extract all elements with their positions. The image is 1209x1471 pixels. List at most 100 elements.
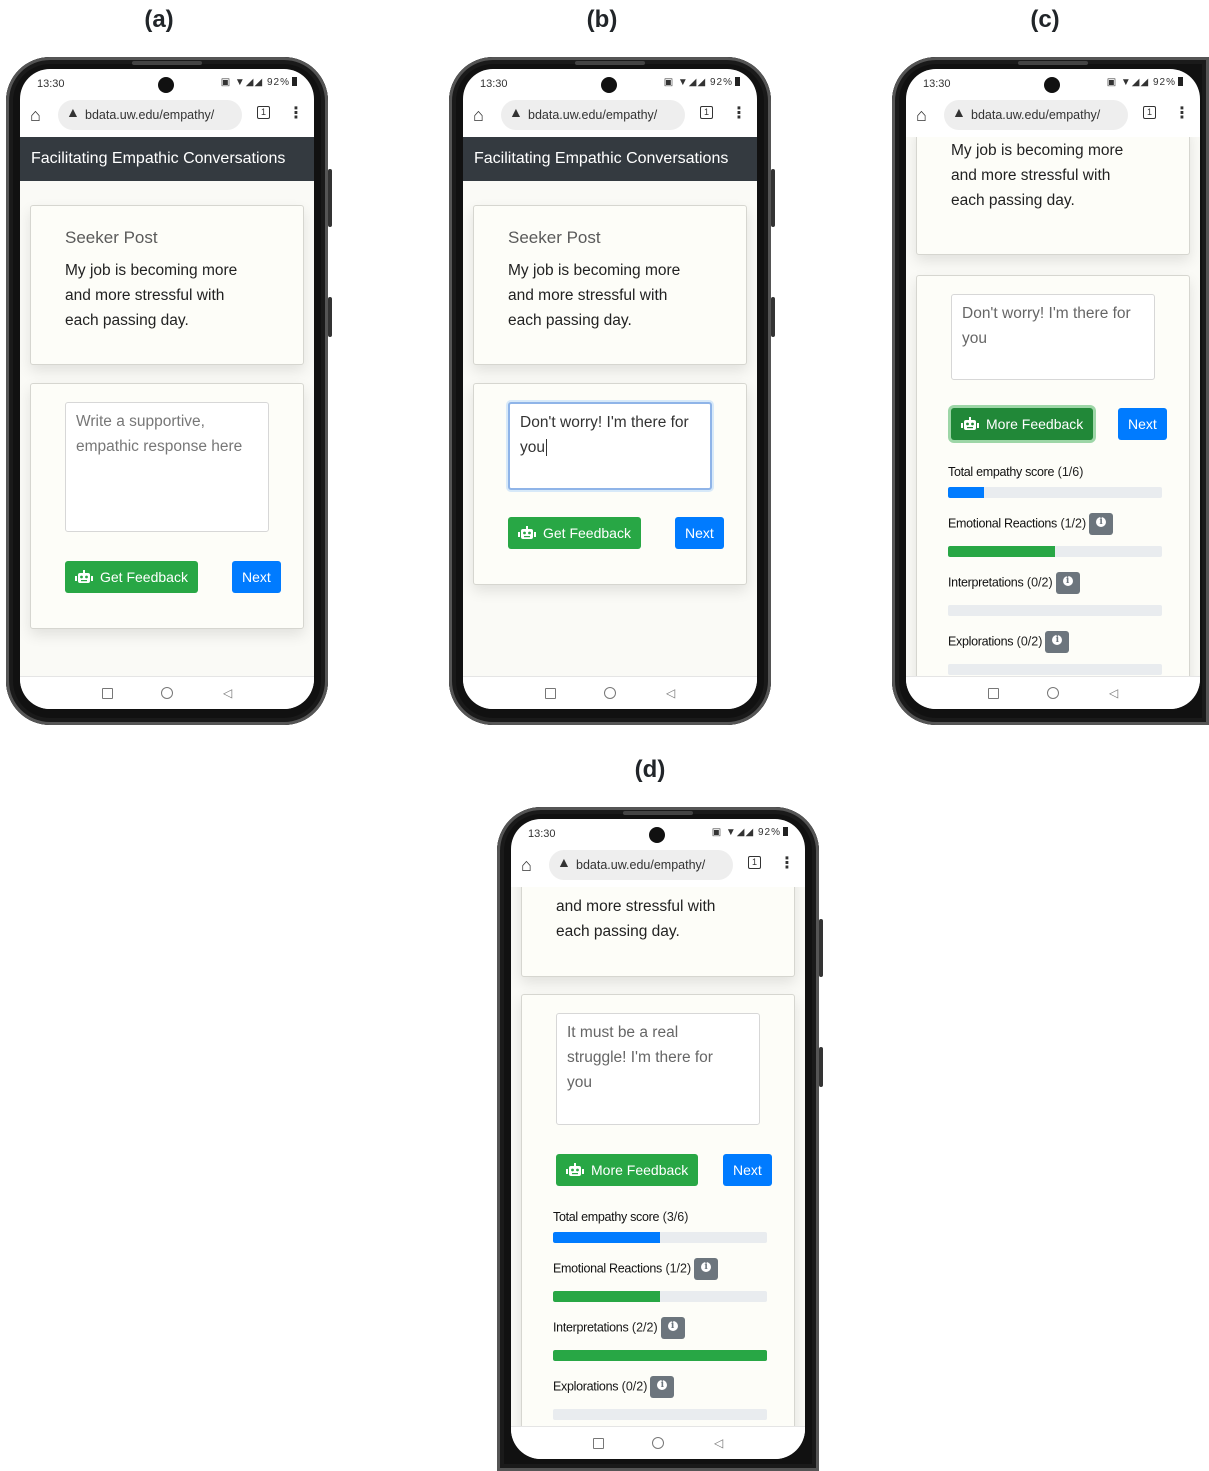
app-navbar: Facilitating Empathic Conversations	[20, 137, 314, 181]
button-label: More Feedback	[591, 1162, 689, 1178]
seeker-post-title: Seeker Post	[508, 228, 601, 247]
tabs-button[interactable]: 1	[1143, 106, 1156, 119]
next-button[interactable]: Next	[723, 1154, 772, 1186]
response-input[interactable]: Don't worry! I'm there for you	[951, 294, 1155, 380]
response-input[interactable]: Write a supportive, empathic response he…	[65, 402, 269, 532]
button-label: Next	[242, 569, 271, 585]
emotional-reactions-label: Emotional Reactions (1/2)	[948, 513, 1114, 535]
response-line: you	[520, 439, 545, 456]
robot-icon	[518, 526, 536, 539]
progress-fill	[553, 1350, 767, 1361]
tabs-button[interactable]: 1	[257, 106, 270, 119]
seeker-line: each passing day.	[951, 192, 1075, 209]
next-button[interactable]: Next	[1118, 408, 1167, 440]
info-icon[interactable]	[694, 1258, 719, 1280]
battery-percent: 92%	[266, 77, 290, 88]
screen-d: 13:30 ▣ ▼◢◢ 92% ⌂ ▲ bdata.uw.edu/empathy…	[511, 819, 805, 1459]
phone-c: 13:30 ▣ ▼◢◢ 92% ⌂ ▲ bdata.uw.edu/empathy…	[892, 57, 1209, 725]
warning-icon: ▲	[557, 854, 571, 870]
android-nav-bar: ◁	[906, 676, 1200, 709]
seeker-post-text: My job is becoming more and more stressf…	[508, 258, 708, 333]
response-line: Don't worry! I'm there for	[962, 305, 1131, 322]
tabs-button[interactable]: 1	[748, 856, 761, 869]
status-time: 13:30	[923, 78, 951, 90]
info-icon[interactable]	[660, 1317, 685, 1339]
progress-fill	[553, 1232, 660, 1243]
status-icons: ▣ ▼◢◢ 92%	[712, 827, 788, 838]
recents-icon[interactable]	[593, 1438, 604, 1449]
response-card: Don't worry! I'm there for you Get Feedb…	[473, 383, 747, 585]
get-feedback-button[interactable]: Get Feedback	[508, 517, 641, 549]
home-nav-icon[interactable]	[1047, 687, 1059, 699]
button-label: Next	[1128, 416, 1157, 432]
recents-icon[interactable]	[988, 688, 999, 699]
address-bar[interactable]: ▲ bdata.uw.edu/empathy/	[58, 100, 242, 130]
address-bar[interactable]: ▲ bdata.uw.edu/empathy/	[549, 850, 733, 880]
recents-icon[interactable]	[102, 688, 113, 699]
seeker-line: My job is becoming more	[508, 262, 681, 279]
next-button[interactable]: Next	[675, 517, 724, 549]
response-input[interactable]: Don't worry! I'm there for you	[508, 402, 712, 490]
screen-c: 13:30 ▣ ▼◢◢ 92% ⌂ ▲ bdata.uw.edu/empathy…	[906, 69, 1200, 709]
button-label: More Feedback	[986, 416, 1084, 432]
response-line: It must be a real	[567, 1024, 679, 1041]
home-nav-icon[interactable]	[652, 1437, 664, 1449]
button-label: Next	[733, 1162, 762, 1178]
progress-fill	[948, 546, 1055, 557]
info-icon[interactable]	[1055, 572, 1080, 594]
home-icon[interactable]: ⌂	[473, 105, 484, 126]
back-icon[interactable]: ◁	[666, 686, 675, 700]
seeker-line: My job is becoming more	[65, 262, 238, 279]
seeker-post-card: Seeker Post My job is becoming more and …	[473, 205, 747, 365]
panel-label-c: (c)	[1030, 6, 1060, 33]
menu-icon[interactable]: ⋮	[731, 103, 747, 123]
home-nav-icon[interactable]	[604, 687, 616, 699]
emotional-reactions-label: Emotional Reactions (1/2)	[553, 1258, 719, 1280]
explorations-bar	[553, 1409, 767, 1420]
get-feedback-button[interactable]: Get Feedback	[65, 561, 198, 593]
tabs-button[interactable]: 1	[700, 106, 713, 119]
info-icon[interactable]	[1089, 513, 1114, 535]
response-line: struggle! I'm there for	[567, 1049, 713, 1066]
app-navbar: Facilitating Empathic Conversations	[463, 137, 757, 181]
home-nav-icon[interactable]	[161, 687, 173, 699]
total-score-label: Total empathy score (1/6)	[948, 465, 1084, 479]
more-feedback-button[interactable]: More Feedback	[556, 1154, 699, 1186]
back-icon[interactable]: ◁	[1109, 686, 1118, 700]
address-bar[interactable]: ▲ bdata.uw.edu/empathy/	[944, 100, 1128, 130]
seeker-line: and more stressful with	[556, 898, 716, 915]
seeker-post-title: Seeker Post	[65, 228, 158, 247]
info-icon[interactable]	[1045, 631, 1070, 653]
text-cursor	[546, 439, 547, 456]
page-content: Facilitating Empathic Conversations Seek…	[20, 137, 314, 677]
response-input[interactable]: It must be a real struggle! I'm there fo…	[556, 1013, 760, 1125]
info-icon[interactable]	[650, 1376, 675, 1398]
next-button[interactable]: Next	[232, 561, 281, 593]
panel-label-a: (a)	[144, 6, 174, 33]
back-icon[interactable]: ◁	[714, 1436, 723, 1450]
menu-icon[interactable]: ⋮	[779, 853, 795, 873]
warning-icon: ▲	[509, 104, 523, 120]
menu-icon[interactable]: ⋮	[1174, 103, 1190, 123]
back-icon[interactable]: ◁	[223, 686, 232, 700]
explorations-bar	[948, 664, 1162, 675]
status-time: 13:30	[528, 828, 556, 840]
response-card: Don't worry! I'm there for you More Feed…	[916, 275, 1190, 677]
camera-icon	[601, 77, 617, 93]
home-icon[interactable]: ⌂	[521, 855, 532, 876]
total-score-label: Total empathy score (3/6)	[553, 1210, 689, 1224]
button-label: Next	[685, 525, 714, 541]
interpretations-label: Interpretations (2/2)	[553, 1317, 685, 1339]
seeker-line: each passing day.	[556, 923, 680, 940]
home-icon[interactable]: ⌂	[916, 105, 927, 126]
menu-icon[interactable]: ⋮	[288, 103, 304, 123]
address-bar[interactable]: ▲ bdata.uw.edu/empathy/	[501, 100, 685, 130]
android-nav-bar: ◁	[463, 676, 757, 709]
camera-icon	[649, 827, 665, 843]
more-feedback-button[interactable]: More Feedback	[951, 408, 1094, 440]
progress-fill	[948, 487, 984, 498]
home-icon[interactable]: ⌂	[30, 105, 41, 126]
seeker-line: each passing day.	[65, 312, 189, 329]
recents-icon[interactable]	[545, 688, 556, 699]
android-nav-bar: ◁	[20, 676, 314, 709]
